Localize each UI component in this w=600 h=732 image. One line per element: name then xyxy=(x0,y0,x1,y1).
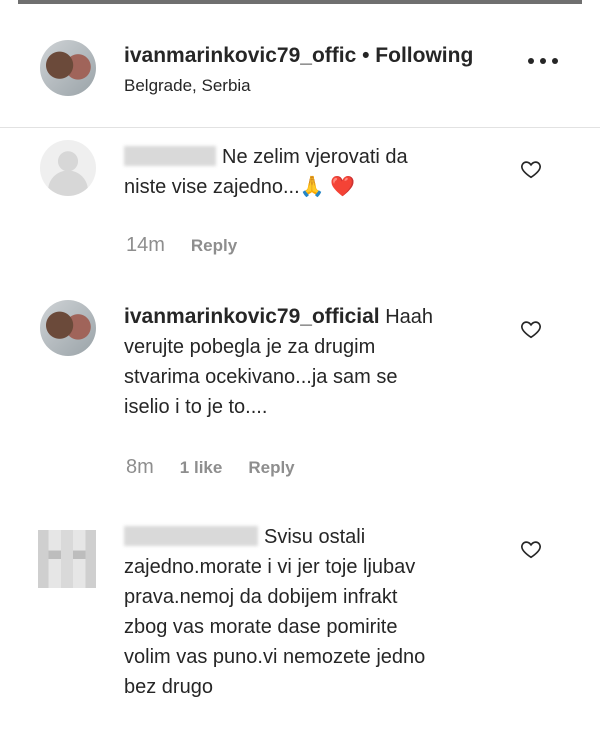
comment-item: Ne zelim vjerovati da niste vise zajedno… xyxy=(0,130,600,290)
comment-text-line: zbog vas morate dase pomirite xyxy=(124,616,398,638)
comment-text-line: prava.nemoj da dobijem infrakt xyxy=(124,586,398,608)
post-author[interactable]: ivanmarinkovic79_offic • Following xyxy=(124,44,473,68)
redacted-username xyxy=(124,146,216,166)
comment-author[interactable]: ivanmarinkovic79_official xyxy=(124,305,380,328)
comment-text-line: Haah xyxy=(385,306,433,328)
comment-text-line: iselio i to je to.... xyxy=(124,396,268,418)
comment-body: ivanmarinkovic79_official Haah verujte p… xyxy=(124,302,433,422)
comment-text-line: verujte pobegla je za drugim xyxy=(124,336,376,358)
comment-meta: 14m Reply xyxy=(126,234,237,257)
post-location[interactable]: Belgrade, Serbia xyxy=(124,76,251,96)
comment-text-line: stvarima ocekivano...ja sam se xyxy=(124,366,398,388)
comment-text-line: Ne zelim vjerovati da xyxy=(222,146,408,168)
heart-icon[interactable] xyxy=(520,538,542,560)
comment-likes[interactable]: 1 like xyxy=(180,458,223,478)
comment-text-line: zajedno.morate i vi jer toje ljubav xyxy=(124,556,416,578)
reply-button[interactable]: Reply xyxy=(248,458,294,478)
author-avatar[interactable] xyxy=(40,40,96,96)
comment-time: 8m xyxy=(126,456,154,478)
more-options-icon[interactable] xyxy=(528,58,558,68)
comment-body: Svisu ostali zajedno.morate i vi jer toj… xyxy=(124,522,425,702)
heart-icon[interactable] xyxy=(520,158,542,180)
comment-item: Svisu ostali zajedno.morate i vi jer toj… xyxy=(0,518,600,732)
post-header: ivanmarinkovic79_offic • Following Belgr… xyxy=(0,0,600,128)
reply-button[interactable]: Reply xyxy=(191,236,237,256)
comment-body: Ne zelim vjerovati da niste vise zajedno… xyxy=(124,142,408,202)
comment-text-line: Svisu ostali xyxy=(264,526,366,548)
comment-text-line: volim vas puno.vi nemozete jedno xyxy=(124,646,426,668)
commenter-avatar[interactable] xyxy=(40,300,96,356)
comment-item: ivanmarinkovic79_official Haah verujte p… xyxy=(0,298,600,498)
redacted-username xyxy=(124,526,258,546)
follow-status[interactable]: • Following xyxy=(362,44,473,67)
heart-icon[interactable] xyxy=(520,318,542,340)
commenter-avatar[interactable] xyxy=(40,140,96,196)
comment-meta: 8m 1 like Reply xyxy=(126,456,295,479)
comment-text-line: bez drugo xyxy=(124,676,213,698)
comment-text-line: niste vise zajedno...🙏 ❤️ xyxy=(124,176,356,198)
post-author-name[interactable]: ivanmarinkovic79_offic xyxy=(124,44,356,67)
comment-time: 14m xyxy=(126,234,165,256)
commenter-avatar[interactable] xyxy=(38,530,96,588)
